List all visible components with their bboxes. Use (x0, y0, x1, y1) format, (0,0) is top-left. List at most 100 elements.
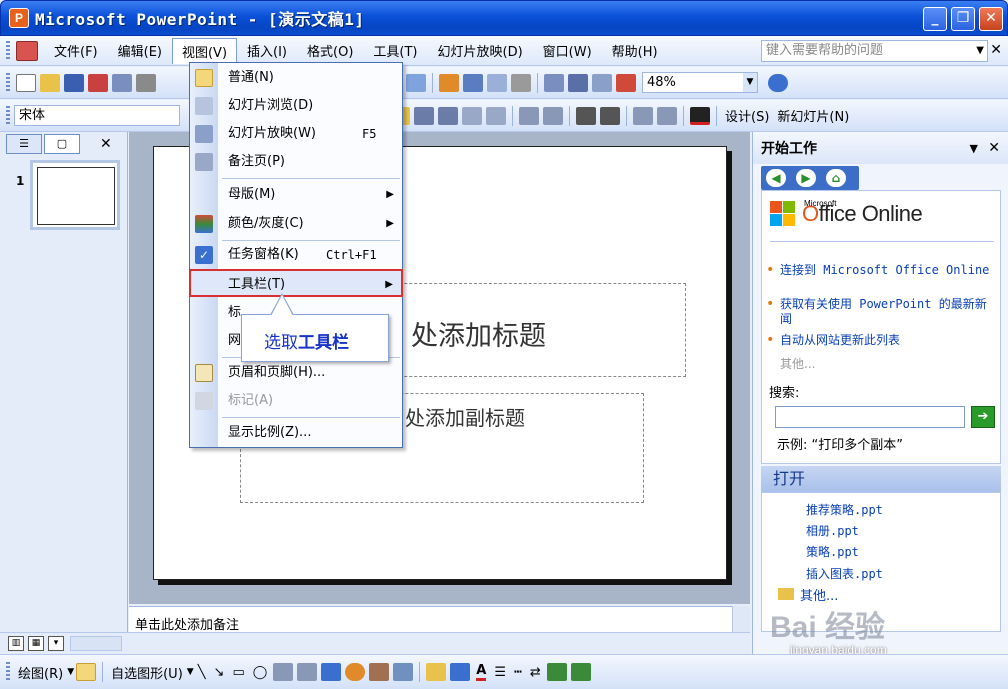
textbox-icon[interactable] (273, 663, 294, 681)
design-button[interactable]: 设计(S) (725, 106, 769, 125)
link-more[interactable]: 其他... (780, 357, 994, 372)
menu-item-task-pane[interactable]: ✓ 任务窗格(K) Ctrl+F1 (190, 241, 402, 269)
redo-icon[interactable] (406, 73, 426, 92)
document-icon[interactable] (16, 40, 38, 61)
permission-icon[interactable] (88, 73, 108, 92)
line-style-icon[interactable]: ☰ (494, 665, 506, 680)
slide-thumbnail[interactable] (30, 160, 120, 230)
recent-file[interactable]: 推荐策略.ppt (806, 501, 883, 518)
font-color-icon[interactable]: A (476, 663, 487, 681)
select-pointer-icon[interactable] (76, 663, 97, 681)
dash-style-icon[interactable]: ┅ (514, 665, 522, 680)
slide-sorter-button[interactable]: ▦ (28, 636, 44, 651)
restore-button[interactable]: ❐ (951, 7, 975, 31)
numbering-icon[interactable] (519, 106, 539, 125)
autoshapes-button[interactable]: 自选图形(U) (111, 663, 183, 682)
insert-diagram-icon[interactable] (511, 73, 531, 92)
menu-item-header-footer[interactable]: 页眉和页脚(H)... (190, 359, 402, 387)
open-icon[interactable] (40, 73, 60, 92)
menu-item-slideshow[interactable]: 幻灯片放映(W) F5 (190, 120, 402, 148)
menu-file[interactable]: 文件(F) (44, 37, 108, 64)
toolbar-grip[interactable] (6, 662, 10, 682)
menu-item-zoom[interactable]: 显示比例(Z)... (190, 419, 402, 447)
close-button[interactable]: ✕ (979, 7, 1003, 31)
chevron-down-icon[interactable]: ▼ (970, 142, 978, 155)
search-input[interactable] (775, 406, 965, 428)
print-icon[interactable] (136, 73, 156, 92)
decrease-indent-icon[interactable] (633, 106, 653, 125)
align-center-icon[interactable] (414, 106, 434, 125)
diagram-icon[interactable] (345, 663, 366, 681)
oval-icon[interactable]: ◯ (253, 665, 268, 680)
picture-icon[interactable] (393, 663, 414, 681)
recent-file[interactable]: 插入图表.ppt (806, 565, 883, 582)
tables-borders-icon[interactable] (487, 73, 507, 92)
minimize-button[interactable]: _ (923, 7, 947, 31)
link-auto-update[interactable]: 自动从网站更新此列表 (766, 333, 994, 348)
powerpoint-app-icon[interactable]: P (9, 8, 29, 28)
recent-file[interactable]: 相册.ppt (806, 522, 859, 539)
recent-file[interactable]: 策略.ppt (806, 543, 859, 560)
chevron-down-icon[interactable]: ▼ (67, 667, 74, 677)
bullets-icon[interactable] (543, 106, 563, 125)
color-grayscale-icon[interactable] (616, 73, 636, 92)
help-search-input[interactable]: 键入需要帮助的问题 ▼ (761, 40, 988, 62)
expand-all-icon[interactable] (544, 73, 564, 92)
align-right-icon[interactable] (438, 106, 458, 125)
toolbar-grip[interactable] (6, 105, 10, 126)
menu-item-toolbars[interactable]: 工具栏(T) ▶ (189, 269, 403, 297)
close-icon[interactable]: ✕ (100, 136, 112, 152)
email-icon[interactable] (112, 73, 132, 92)
toolbar-grip[interactable] (6, 72, 10, 93)
link-connect-office-online[interactable]: 连接到 Microsoft Office Online (766, 263, 994, 278)
show-formatting-icon[interactable] (568, 73, 588, 92)
horizontal-scrollbar[interactable] (70, 636, 122, 651)
zoom-select[interactable]: 48% ▼ (642, 72, 758, 93)
arrow-style-icon[interactable]: ⇄ (530, 665, 541, 680)
menu-item-slide-sorter[interactable]: 幻灯片浏览(D) (190, 92, 402, 120)
chevron-down-icon[interactable]: ▼ (743, 73, 757, 92)
link-latest-news[interactable]: 获取有关使用 PowerPoint 的最新新闻 (766, 297, 994, 327)
arrow-icon[interactable]: ↘ (214, 665, 225, 680)
new-slide-button[interactable]: 新幻灯片(N) (777, 106, 849, 125)
menu-view[interactable]: 视图(V) (171, 37, 238, 64)
menu-slideshow[interactable]: 幻灯片放映(D) (428, 37, 533, 64)
menu-item-master[interactable]: 母版(M) ▶ (190, 181, 402, 209)
menu-edit[interactable]: 编辑(E) (108, 37, 172, 64)
home-icon[interactable]: ⌂ (826, 169, 846, 187)
line-icon[interactable]: ╲ (198, 665, 206, 680)
insert-table-icon[interactable] (463, 73, 483, 92)
3d-icon[interactable] (570, 663, 591, 681)
notes-pane[interactable]: 单击此处添加备注 (129, 606, 750, 633)
line-spacing-icon[interactable] (486, 106, 506, 125)
clipart-icon[interactable] (369, 663, 390, 681)
tab-outline[interactable]: ☰ (6, 134, 42, 154)
help-icon[interactable] (768, 73, 788, 92)
line-color-icon[interactable] (450, 663, 471, 681)
draw-menu-button[interactable]: 绘图(R) (18, 663, 63, 682)
increase-font-icon[interactable] (576, 106, 596, 125)
back-icon[interactable]: ◀ (766, 169, 786, 187)
new-icon[interactable] (16, 73, 36, 92)
menu-insert[interactable]: 插入(I) (237, 37, 297, 64)
menu-window[interactable]: 窗口(W) (533, 37, 602, 64)
font-select[interactable]: 宋体 (14, 105, 180, 126)
decrease-font-icon[interactable] (600, 106, 620, 125)
chevron-down-icon[interactable]: ▼ (187, 667, 194, 677)
vertical-textbox-icon[interactable] (297, 663, 318, 681)
font-color-icon[interactable] (690, 106, 710, 125)
normal-view-button[interactable]: ▥ (8, 636, 24, 651)
chevron-down-icon[interactable]: ▼ (976, 41, 984, 61)
slideshow-button[interactable]: ▾ (48, 636, 64, 651)
insert-chart-icon[interactable] (439, 73, 459, 92)
fill-color-icon[interactable] (426, 663, 447, 681)
menu-tools[interactable]: 工具(T) (363, 37, 427, 64)
tab-slides[interactable]: ▢ (44, 134, 80, 154)
shadow-icon[interactable] (546, 663, 567, 681)
distributed-icon[interactable] (462, 106, 482, 125)
menu-format[interactable]: 格式(O) (297, 37, 363, 64)
close-icon[interactable]: ✕ (988, 140, 1000, 156)
menu-item-notes-page[interactable]: 备注页(P) (190, 148, 402, 176)
menu-item-markup[interactable]: 标记(A) (190, 387, 402, 415)
forward-icon[interactable]: ▶ (796, 169, 816, 187)
